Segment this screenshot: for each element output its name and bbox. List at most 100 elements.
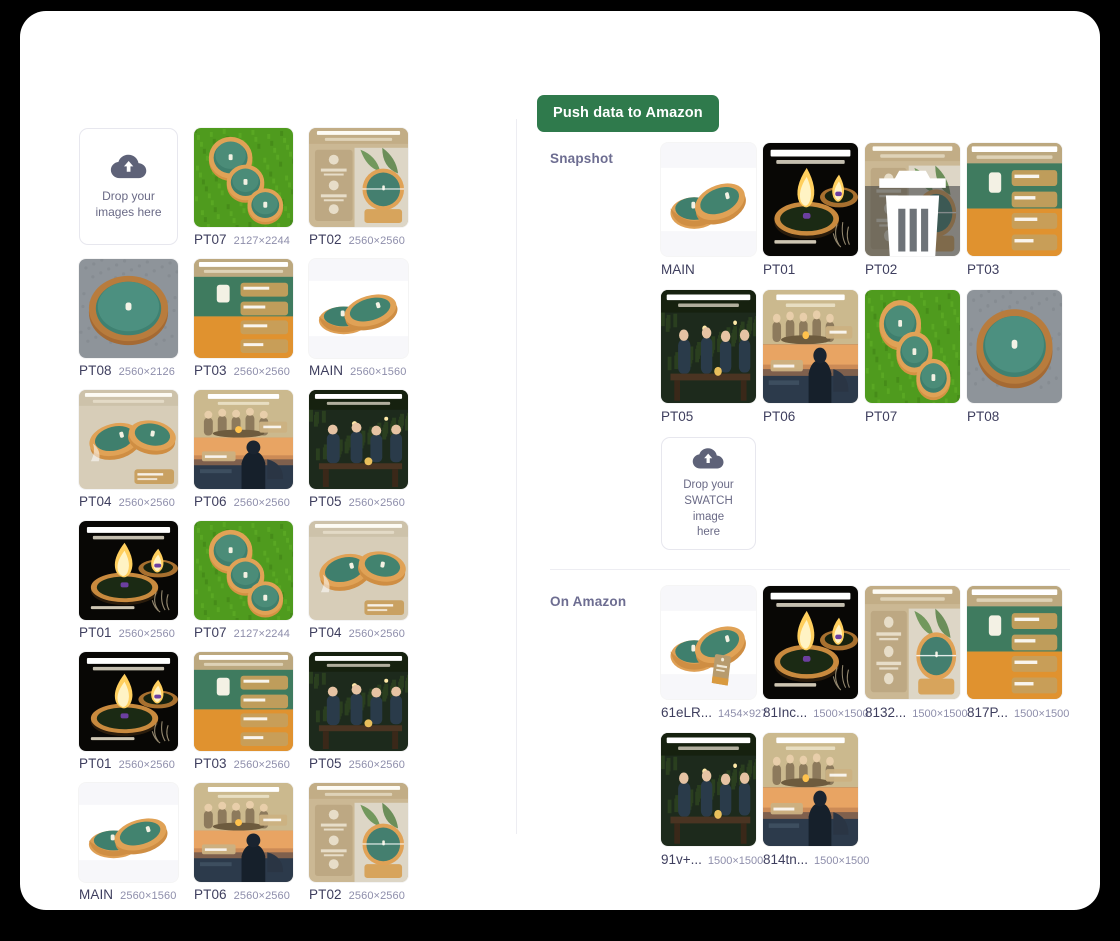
snapshot-item-meta: PT03 (967, 262, 1062, 277)
library-item-dimensions: 2560×2560 (233, 759, 290, 771)
snapshot-item: PT08 (967, 290, 1062, 424)
library-thumbnail[interactable] (194, 652, 293, 751)
library-thumbnail[interactable] (79, 259, 178, 358)
amazon-thumbnail[interactable] (661, 586, 756, 699)
snapshot-label: Snapshot (550, 151, 614, 166)
swatch-dz-line2: SWATCH image (684, 494, 733, 523)
snapshot-thumbnail[interactable] (763, 290, 858, 403)
app-window: Drop your images here PT07 2127×2244 PT02 2… (20, 11, 1100, 910)
library-item-meta: PT03 2560×2560 (194, 756, 293, 771)
library-item: MAIN 2560×1560 (309, 259, 408, 378)
library-item: PT07 2127×2244 (194, 521, 293, 640)
library-item-meta: PT06 2560×2560 (194, 887, 293, 902)
snapshot-item-meta: PT06 (763, 409, 858, 424)
library-thumbnail[interactable] (79, 390, 178, 489)
library-item: PT03 2560×2560 (194, 652, 293, 771)
library-thumbnail[interactable] (194, 390, 293, 489)
library-item: PT02 2560×2560 (309, 128, 408, 247)
library-item-name: PT05 (309, 494, 342, 509)
snapshot-item-name: PT01 (763, 262, 796, 277)
images-dropzone[interactable]: Drop your images here (79, 128, 178, 245)
cloud-upload-icon (692, 446, 725, 470)
library-thumbnail[interactable] (309, 390, 408, 489)
library-item-meta: PT02 2560×2560 (309, 232, 408, 247)
snapshot-thumbnail[interactable] (865, 290, 960, 403)
library-item-meta: MAIN 2560×1560 (79, 887, 178, 902)
amazon-item-meta: 61eLR... 1454×927 (661, 705, 767, 720)
library-item-name: PT08 (79, 363, 112, 378)
snapshot-item-name: PT07 (865, 409, 898, 424)
library-item-meta: PT05 2560×2560 (309, 756, 408, 771)
dropzone-line1: Drop your (102, 189, 155, 204)
snapshot-item-meta: PT05 (661, 409, 756, 424)
snapshot-thumbnail[interactable] (865, 143, 960, 256)
library-item-dimensions: 2560×2560 (233, 497, 290, 509)
library-thumbnail[interactable] (194, 521, 293, 620)
amazon-thumbnail[interactable] (763, 733, 858, 846)
snapshot-item: PT02 (865, 143, 960, 277)
on-amazon-grid: 61eLR... 1454×927 81Inc... 1500×1500 8132...… (661, 586, 1076, 880)
push-data-to-amazon-button[interactable]: Push data to Amazon (537, 95, 719, 132)
amazon-item-meta: 817P... 1500×1500 (967, 705, 1069, 720)
library-thumbnail[interactable] (194, 128, 293, 227)
trash-icon[interactable] (865, 166, 960, 256)
snapshot-item-meta: PT01 (763, 262, 858, 277)
snapshot-thumbnail[interactable] (967, 290, 1062, 403)
amazon-item-name: 817P... (967, 705, 1009, 720)
library-item: PT01 2560×2560 (79, 521, 178, 640)
amazon-item: 81Inc... 1500×1500 (763, 586, 869, 720)
library-item-meta: MAIN 2560×1560 (309, 363, 408, 378)
amazon-item-meta: 81Inc... 1500×1500 (763, 705, 869, 720)
amazon-item-dimensions: 1454×927 (718, 708, 768, 720)
amazon-thumbnail[interactable] (865, 586, 960, 699)
library-item-name: PT01 (79, 756, 112, 771)
library-item: PT03 2560×2560 (194, 259, 293, 378)
swatch-dropzone-text: Drop your SWATCH image here (662, 478, 755, 540)
snapshot-item-meta: PT08 (967, 409, 1062, 424)
snapshot-item: PT07 (865, 290, 960, 424)
library-thumbnail[interactable] (309, 521, 408, 620)
snapshot-thumbnail[interactable] (661, 143, 756, 256)
snapshot-grid: MAIN PT01 PT02 PT03 PT05 PT06 PT07 PT08 Drop yo… (661, 143, 1076, 563)
library-thumbnail[interactable] (309, 652, 408, 751)
library-item-dimensions: 2560×1560 (120, 890, 177, 902)
library-item: PT04 2560×2560 (309, 521, 408, 640)
library-thumbnail[interactable] (194, 783, 293, 882)
library-item-meta: PT07 2127×2244 (194, 232, 293, 247)
snapshot-item: MAIN (661, 143, 756, 277)
library-thumbnail[interactable] (79, 783, 178, 882)
library-item-name: PT06 (194, 494, 227, 509)
library-thumbnail[interactable] (79, 652, 178, 751)
section-divider (550, 569, 1070, 570)
amazon-item-dimensions: 1500×1500 (707, 855, 764, 867)
amazon-item-name: 61eLR... (661, 705, 713, 720)
snapshot-item: PT01 (763, 143, 858, 277)
library-thumbnail[interactable] (309, 783, 408, 882)
swatch-dz-line3: here (696, 526, 721, 539)
library-item-name: PT03 (194, 756, 227, 771)
amazon-item-dimensions: 1500×1500 (813, 708, 869, 720)
library-thumbnail[interactable] (79, 521, 178, 620)
amazon-thumbnail[interactable] (763, 586, 858, 699)
snapshot-item-name: PT06 (763, 409, 796, 424)
amazon-thumbnail[interactable] (967, 586, 1062, 699)
amazon-item-dimensions: 1500×1500 (814, 855, 870, 867)
snapshot-thumbnail[interactable] (967, 143, 1062, 256)
panel-divider (516, 119, 517, 834)
library-thumbnail[interactable] (194, 259, 293, 358)
library-item-dimensions: 2560×2560 (348, 759, 405, 771)
swatch-dropzone[interactable]: Drop your SWATCH image here (661, 437, 756, 550)
library-thumbnail[interactable] (309, 259, 408, 358)
library-item-dimensions: 2560×2560 (118, 628, 175, 640)
snapshot-item-meta: MAIN (661, 262, 756, 277)
snapshot-item-meta: PT02 (865, 262, 960, 277)
amazon-thumbnail[interactable] (661, 733, 756, 846)
library-thumbnail[interactable] (309, 128, 408, 227)
snapshot-thumbnail[interactable] (763, 143, 858, 256)
snapshot-thumbnail[interactable] (661, 290, 756, 403)
library-item: PT02 2560×2560 (309, 783, 408, 902)
library-item-dimensions: 2127×2244 (233, 628, 290, 640)
library-item-dimensions: 2560×2560 (348, 628, 405, 640)
snapshot-item: PT06 (763, 290, 858, 424)
amazon-item-name: 91v+... (661, 852, 702, 867)
